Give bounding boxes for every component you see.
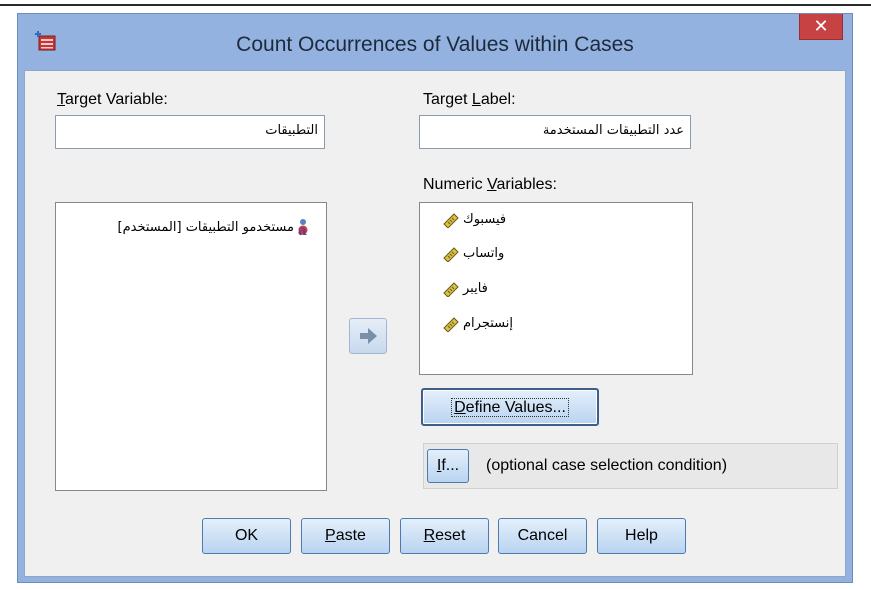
scale-ruler-icon — [443, 213, 459, 228]
close-button[interactable]: ✕ — [799, 14, 843, 40]
dialog-window: Count Occurrences of Values within Cases… — [17, 13, 853, 583]
scale-ruler-icon — [443, 317, 459, 332]
target-variable-label: Target Variable: — [57, 91, 168, 108]
close-icon: ✕ — [813, 16, 829, 36]
paste-button[interactable]: Paste — [301, 518, 390, 554]
source-variable-list[interactable]: a مستخدمو التطبيقات [المستخدم] — [55, 202, 327, 491]
if-condition-group: If... (optional case selection condition… — [423, 443, 838, 489]
list-item[interactable]: إنستجرام — [442, 313, 513, 333]
target-label-input[interactable]: عدد التطبيقات المستخدمة — [419, 115, 691, 149]
dialog-body: Target Variable: التطبيقات Target Label:… — [24, 70, 846, 577]
define-values-button[interactable]: Define Values... — [421, 388, 599, 426]
list-item-label: مستخدمو التطبيقات [المستخدم] — [117, 219, 294, 235]
numeric-variables-list[interactable]: فيسبوك واتساب فايبر إنستجرام — [419, 202, 693, 375]
reset-button[interactable]: Reset — [400, 518, 489, 554]
window-bottom-frame — [18, 579, 852, 582]
list-item-label: إنستجرام — [463, 315, 513, 331]
if-button[interactable]: If... — [427, 449, 469, 483]
if-caption: (optional case selection condition) — [486, 457, 728, 474]
scale-ruler-icon — [443, 247, 459, 262]
list-item[interactable]: a مستخدمو التطبيقات [المستخدم] — [118, 217, 318, 237]
list-item-label: فايبر — [463, 280, 488, 296]
svg-text:a: a — [298, 223, 307, 236]
list-item-label: فيسبوك — [463, 211, 507, 227]
scale-ruler-icon — [443, 282, 459, 297]
title-bar[interactable]: Count Occurrences of Values within Cases… — [18, 14, 852, 66]
target-variable-input[interactable]: التطبيقات — [55, 115, 325, 149]
move-variable-button[interactable] — [349, 318, 387, 354]
window-title: Count Occurrences of Values within Cases — [236, 33, 634, 56]
cancel-button[interactable]: Cancel — [498, 518, 587, 554]
right-arrow-icon — [360, 328, 377, 344]
list-item[interactable]: فيسبوك — [442, 209, 506, 229]
ok-button[interactable]: OK — [202, 518, 291, 554]
nominal-string-variable-icon: a — [298, 219, 308, 236]
help-button[interactable]: Help — [597, 518, 686, 554]
list-item[interactable]: واتساب — [442, 243, 504, 263]
numeric-variables-label: Numeric Variables: — [423, 176, 557, 193]
list-item[interactable]: فايبر — [442, 278, 488, 298]
list-item-label: واتساب — [463, 245, 505, 261]
top-border-line — [0, 4, 871, 6]
target-label-label: Target Label: — [423, 91, 516, 108]
